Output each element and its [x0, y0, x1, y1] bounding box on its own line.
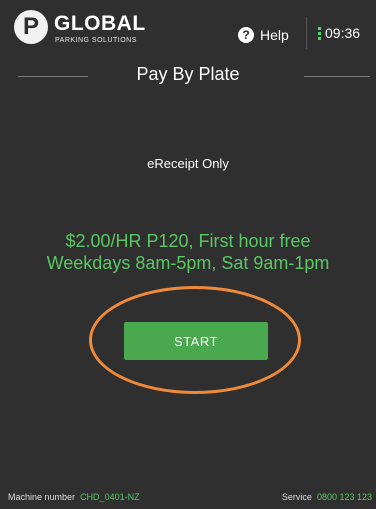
help-button[interactable]: ? Help — [238, 24, 289, 46]
question-mark-icon: ? — [238, 27, 254, 43]
parking-p-icon: P — [14, 10, 48, 44]
title-rule-right — [304, 76, 370, 77]
help-label: Help — [260, 27, 289, 43]
rate-line-hours: Weekdays 8am-5pm, Sat 9am-1pm — [46, 253, 330, 273]
parking-rate-info: $2.00/HR P120, First hour free Weekdays … — [0, 230, 376, 274]
machine-number-value: CHD_0401-NZ — [80, 492, 140, 502]
machine-number-label: Machine number — [8, 492, 76, 502]
page-title: Pay By Plate — [136, 64, 240, 84]
page-title-row: Pay By Plate — [0, 62, 376, 90]
clock-area: 09:36 — [318, 25, 360, 41]
header-bar: P GLOBAL PARKING SOLUTIONS ? Help 09:36 — [0, 0, 376, 56]
global-parking-logo: P GLOBAL PARKING SOLUTIONS — [14, 10, 164, 50]
service-phone-value[interactable]: 0800 123 123 — [317, 492, 372, 502]
rate-line-price: $2.00/HR P120, First hour free — [65, 231, 311, 251]
service-label: Service — [281, 492, 312, 502]
service-phone: Service 0800 123 123 — [282, 492, 372, 502]
menu-dots-icon[interactable] — [318, 26, 321, 40]
clock-time: 09:36 — [325, 25, 361, 41]
header-divider — [306, 17, 307, 49]
footer-bar: Machine number CHD_0401-NZ Service 0800 … — [0, 490, 376, 506]
machine-number: Machine number CHD_0401-NZ — [8, 492, 140, 502]
ereceipt-note: eReceipt Only — [147, 156, 229, 171]
logo-title: GLOBAL — [54, 12, 146, 35]
start-button[interactable]: START — [124, 322, 268, 360]
logo-subtitle: PARKING SOLUTIONS — [55, 37, 137, 44]
